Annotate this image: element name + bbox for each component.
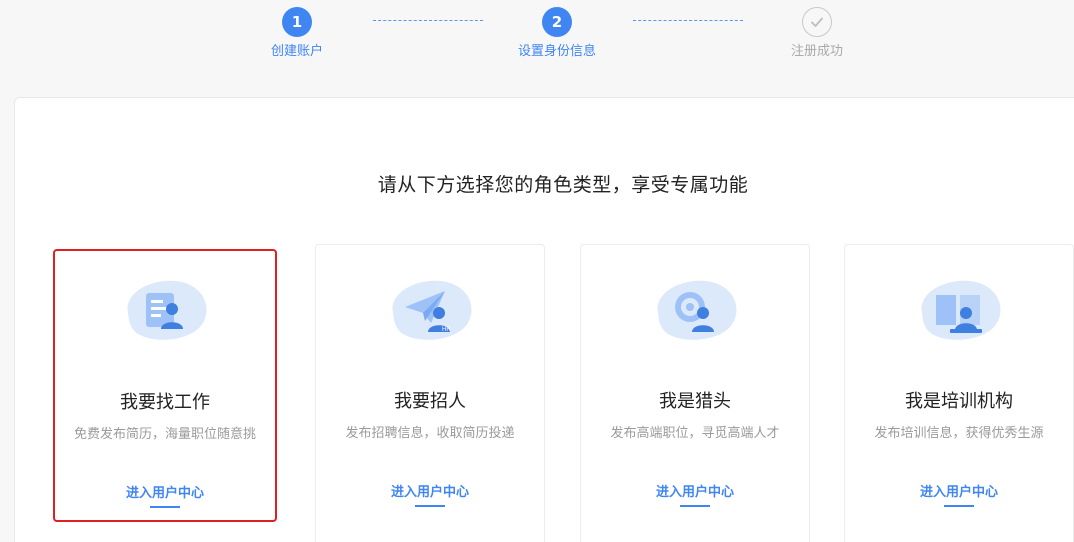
link-underline [944,505,974,507]
check-icon [802,7,832,37]
link-underline [680,505,710,507]
svg-text:HR: HR [442,327,451,333]
role-title: 我是培训机构 [905,391,1013,412]
step-label: 创建账户 [270,44,323,59]
role-title: 我是猎头 [659,391,731,412]
page-title: 请从下方选择您的角色类型，享受专属功能 [377,174,749,196]
role-description: 发布招聘信息，收取简历投递 [345,426,515,441]
step-create-account: 1 创建账户 [237,7,357,60]
step-label: 注册成功 [790,44,843,59]
role-description: 发布培训信息，获得优秀生源 [874,426,1044,441]
step-connector [633,20,743,21]
register-page: 1 创建账户 2 设置身份信息 注册成功 请从下方选择您的角色类型，享受专属功能 [0,0,1074,542]
role-card-training-institution[interactable]: 我是培训机构 发布培训信息，获得优秀生源 进入用户中心 [844,244,1074,542]
role-card-job-seeker[interactable]: 我要找工作 免费发布简历，海量职位随意挑 进入用户中心 [53,249,277,522]
step-connector [373,20,483,21]
enter-user-center-link[interactable]: 进入用户中心 [845,481,1073,500]
step-register-success: 注册成功 [757,7,877,60]
role-description: 免费发布简历，海量职位随意挑 [73,427,256,442]
role-card-recruiter[interactable]: HR 我要招人 发布招聘信息，收取简历投递 进入用户中心 [315,244,545,542]
link-underline [415,505,445,507]
role-description: 发布高端职位，寻觅高端人才 [610,426,780,441]
link-underline [150,506,180,508]
paper-plane-hr-icon: HR [385,275,475,345]
enter-user-center-link[interactable]: 进入用户中心 [581,481,809,500]
role-title: 我要招人 [394,391,466,412]
role-card-headhunter[interactable]: 我是猎头 发布高端职位，寻觅高端人才 进入用户中心 [580,244,810,542]
step-label: 设置身份信息 [517,44,596,59]
enter-user-center-link[interactable]: 进入用户中心 [55,482,275,501]
step-number-badge: 2 [542,7,572,37]
book-teacher-icon [914,275,1004,345]
enter-user-center-link[interactable]: 进入用户中心 [316,481,544,500]
step-identity-info: 2 设置身份信息 [497,7,617,60]
resume-user-icon [120,275,210,345]
target-user-icon [650,275,740,345]
role-title: 我要找工作 [120,392,210,413]
step-number-badge: 1 [282,7,312,37]
